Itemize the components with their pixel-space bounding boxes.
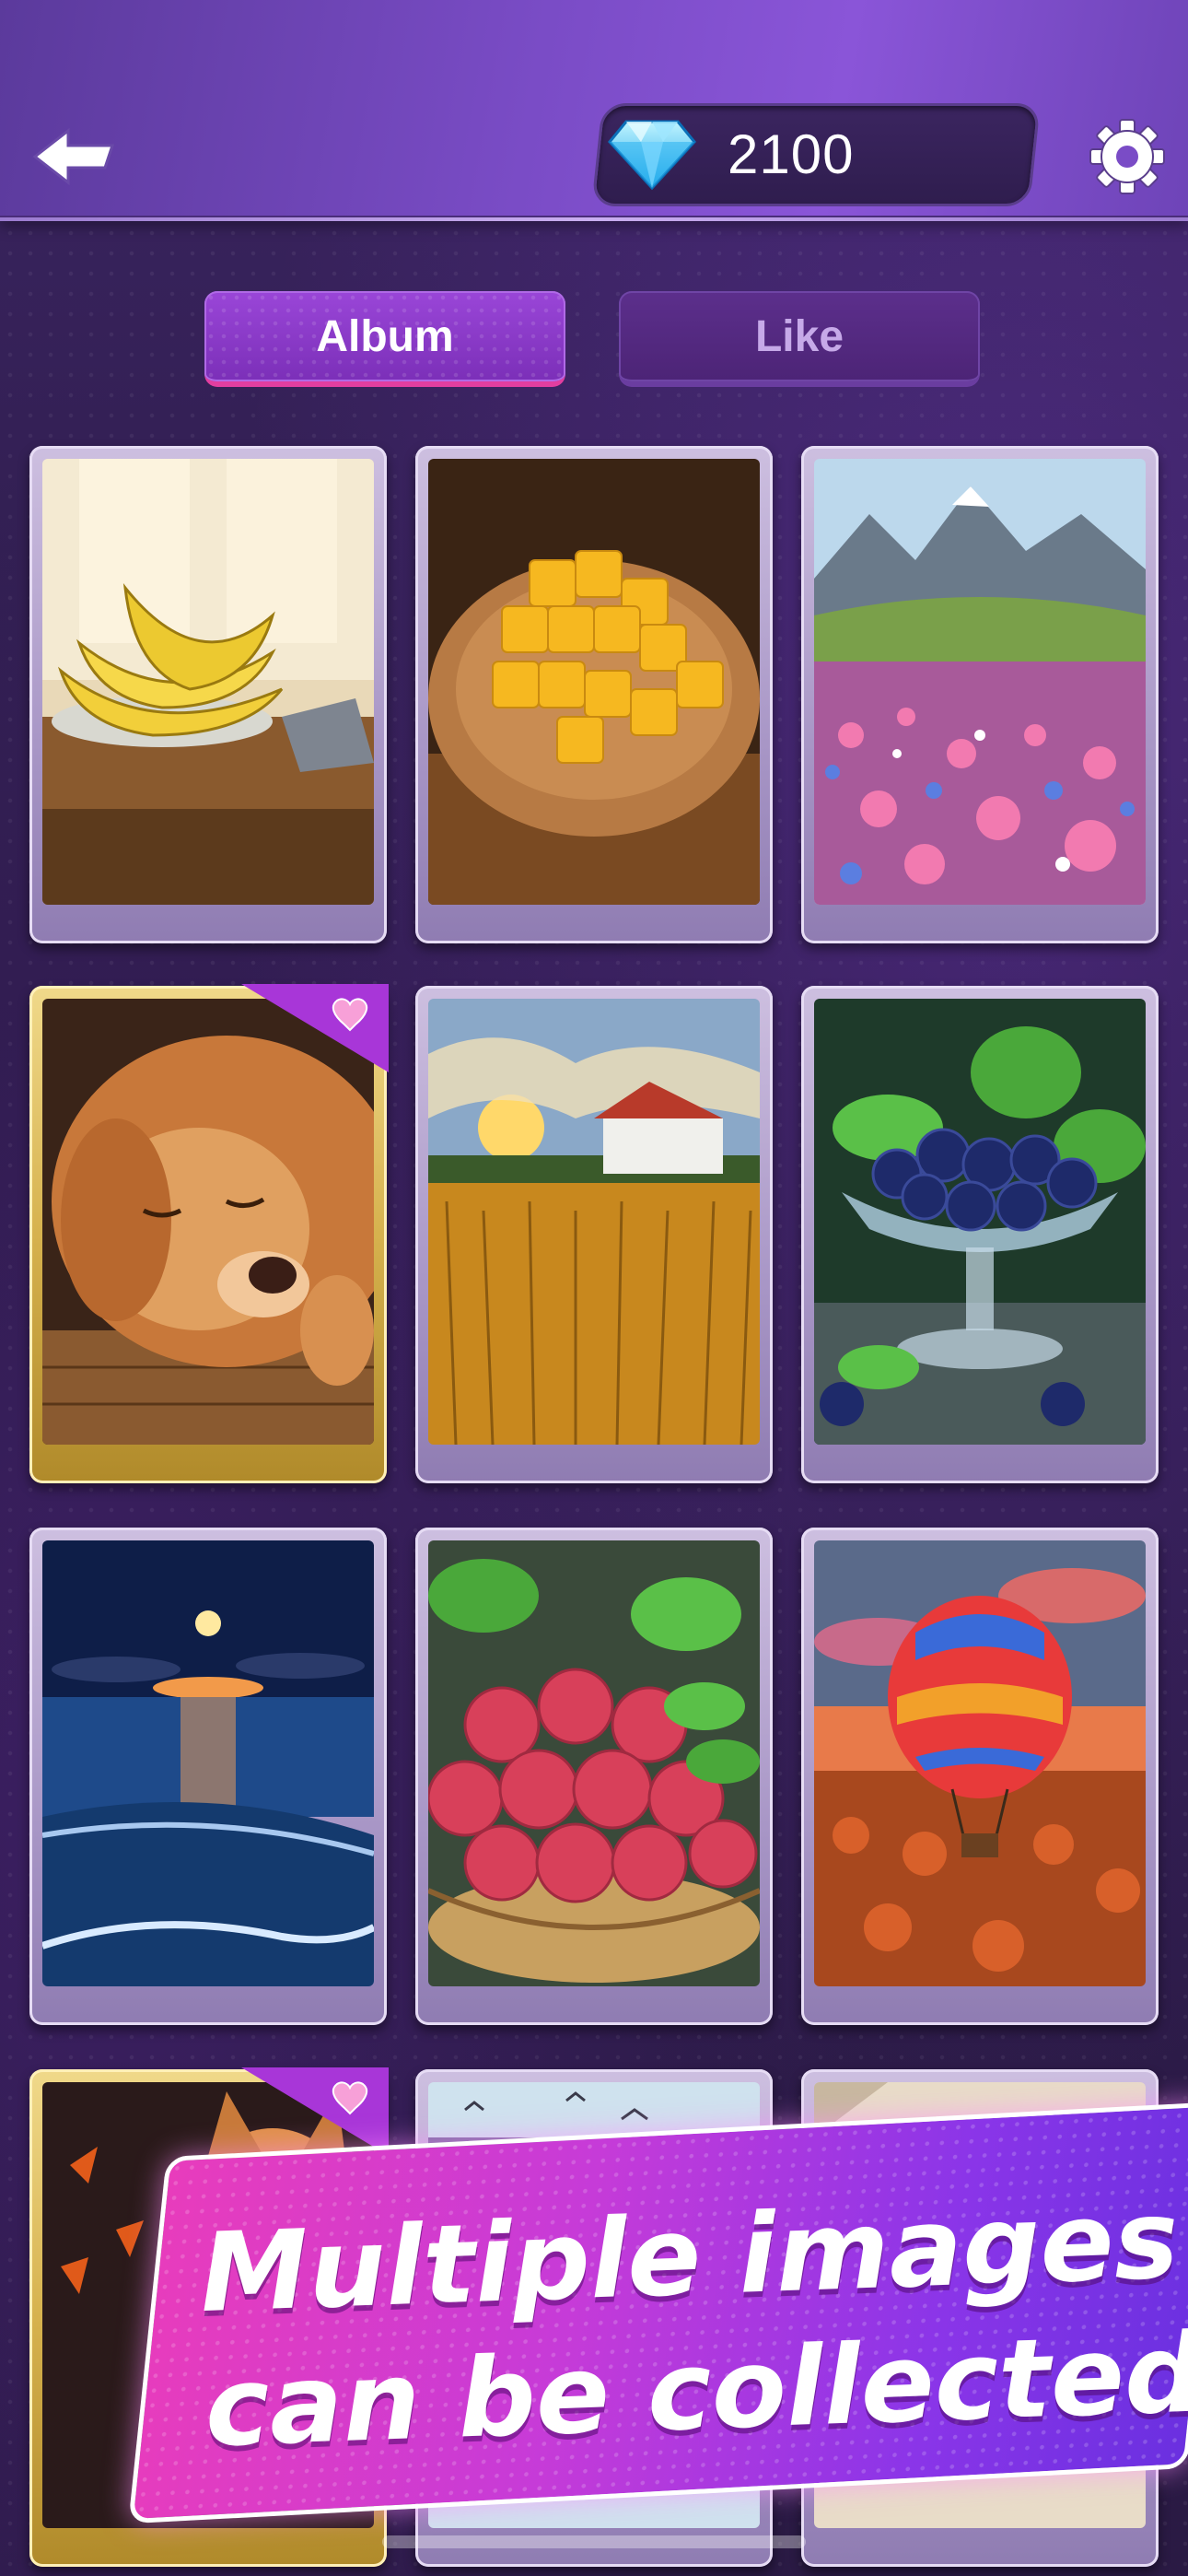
gem-count: 2100 bbox=[728, 123, 855, 185]
diamond-gem-icon bbox=[608, 120, 696, 191]
promo-headline: Multiple images can be collected bbox=[198, 2172, 1188, 2482]
photo-bananas bbox=[42, 459, 374, 905]
home-indicator[interactable] bbox=[382, 2535, 806, 2548]
album-card-bananas[interactable] bbox=[29, 446, 387, 943]
favorite-badge bbox=[241, 984, 389, 1072]
album-card-blueberries[interactable] bbox=[801, 986, 1159, 1483]
album-card-moonlit-beach[interactable] bbox=[29, 1528, 387, 2025]
photo-moonlit-beach bbox=[42, 1540, 374, 1986]
photo-hot-air-balloon bbox=[814, 1540, 1146, 1986]
album-card-wheat-field[interactable] bbox=[415, 986, 773, 1483]
photo-wheat-field bbox=[428, 999, 760, 1445]
back-arrow-icon bbox=[32, 127, 115, 186]
favorite-badge bbox=[241, 2067, 389, 2156]
tab-like-label: Like bbox=[754, 311, 844, 361]
album-screen: 2100 Album Like Multiple images can be c… bbox=[0, 0, 1188, 2576]
album-card-meadow[interactable] bbox=[801, 446, 1159, 943]
photo-mango bbox=[428, 459, 760, 905]
photo-lychees bbox=[428, 1540, 760, 1986]
settings-button[interactable] bbox=[1085, 114, 1170, 199]
album-card-hot-air-balloon[interactable] bbox=[801, 1528, 1159, 2025]
tab-album-label: Album bbox=[316, 311, 454, 361]
tab-album[interactable]: Album bbox=[204, 291, 565, 387]
back-button[interactable] bbox=[28, 120, 120, 193]
photo-meadow bbox=[814, 459, 1146, 905]
album-card-lychees[interactable] bbox=[415, 1528, 773, 2025]
album-card-dog[interactable] bbox=[29, 984, 389, 1483]
tab-like[interactable]: Like bbox=[619, 291, 980, 387]
top-bar: 2100 bbox=[0, 0, 1188, 221]
photo-blueberries bbox=[814, 999, 1146, 1445]
album-card-mango[interactable] bbox=[415, 446, 773, 943]
gear-icon bbox=[1089, 119, 1165, 194]
